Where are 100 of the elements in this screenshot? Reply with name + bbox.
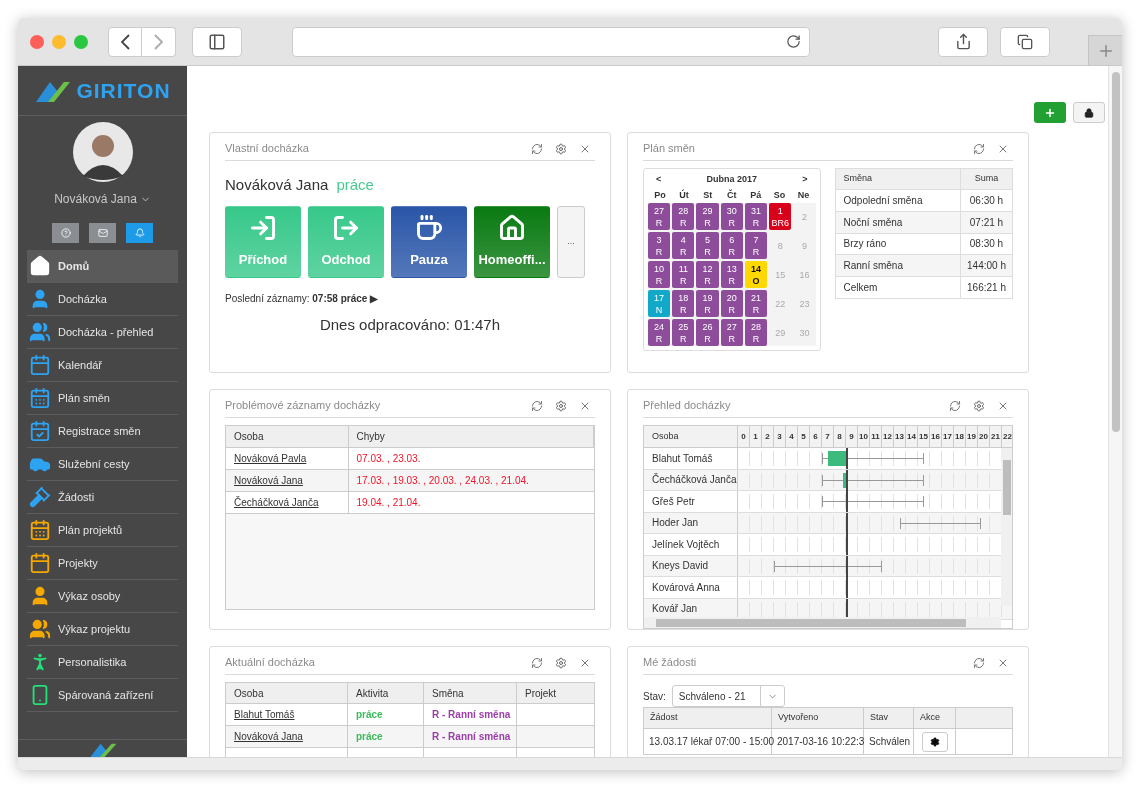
column-header: Osoba bbox=[644, 426, 738, 447]
shift-day[interactable]: 31 R bbox=[744, 203, 768, 230]
refresh-icon[interactable] bbox=[973, 142, 985, 155]
shift-text: R - Ranní směna bbox=[423, 725, 517, 748]
sidebar-item[interactable]: Docházka - přehled bbox=[27, 316, 178, 349]
sidebar-item[interactable]: Plán projektů bbox=[27, 514, 178, 547]
shift-day[interactable]: 18 R bbox=[672, 290, 695, 317]
sidebar-item[interactable]: Žádosti bbox=[27, 481, 178, 514]
column-header: Směna bbox=[423, 682, 517, 704]
weekday-label: Čt bbox=[726, 188, 738, 202]
sidebar-item[interactable]: Služební cesty bbox=[27, 448, 178, 481]
shift-day[interactable]: 6 R bbox=[720, 232, 743, 259]
settings-icon[interactable] bbox=[973, 399, 985, 412]
more-button[interactable]: ... bbox=[557, 205, 585, 278]
hour-label: 10 bbox=[858, 426, 870, 447]
user-menu[interactable]: Nováková Jana bbox=[18, 190, 187, 208]
reload-icon[interactable] bbox=[786, 34, 801, 49]
sidebar-item[interactable]: Výkaz projektu bbox=[27, 613, 178, 646]
sidebar-item[interactable]: Výkaz osoby bbox=[27, 580, 178, 613]
shift-day[interactable]: 5 R bbox=[696, 232, 719, 259]
person-link[interactable]: Čecháčková Janča bbox=[234, 496, 319, 508]
activity-text: práce bbox=[347, 703, 424, 726]
shift-day[interactable]: 20 R bbox=[720, 290, 743, 317]
sidebar-item[interactable]: Registrace směn bbox=[27, 415, 178, 448]
shift-day[interactable]: 14 O bbox=[744, 261, 768, 288]
person-name: Hoder Jan bbox=[644, 512, 738, 533]
shift-day[interactable]: 19 R bbox=[696, 290, 719, 317]
weekday-label: Pá bbox=[749, 188, 763, 202]
hour-label: 9 bbox=[846, 426, 858, 447]
column-header: Suma bbox=[960, 168, 1013, 190]
shift-day[interactable]: 21 R bbox=[744, 290, 768, 317]
action-button[interactable]: Homeoffi... bbox=[474, 205, 550, 278]
shift-day[interactable]: 3 R bbox=[648, 232, 671, 259]
next-month[interactable]: > bbox=[802, 173, 808, 187]
sidebar-item[interactable]: Docházka bbox=[27, 283, 178, 316]
shift-day[interactable]: 11 R bbox=[672, 261, 695, 288]
table-cell: 13.03.17 lékař 07:00 - 15:00 bbox=[643, 728, 772, 755]
back-icon bbox=[120, 33, 130, 50]
tabs-button[interactable] bbox=[1000, 26, 1050, 57]
sidebar-item[interactable]: Domů bbox=[27, 250, 178, 283]
shift-text: R - Ranní směna bbox=[423, 703, 517, 726]
shift-day[interactable]: 26 R bbox=[696, 319, 719, 346]
share-button[interactable] bbox=[938, 26, 988, 57]
person-link[interactable]: Nováková Pavla bbox=[234, 452, 307, 464]
sidebar-item[interactable]: Projekty bbox=[27, 547, 178, 580]
settings-button[interactable] bbox=[921, 731, 948, 752]
shift-day[interactable]: 28 R bbox=[744, 319, 768, 346]
shift-day[interactable]: 29 R bbox=[696, 203, 719, 230]
hour-label: 22 bbox=[1002, 426, 1012, 447]
shift-day[interactable]: 27 R bbox=[720, 319, 743, 346]
settings-icon[interactable] bbox=[555, 142, 567, 155]
widget-title: Mé žádosti bbox=[643, 655, 698, 671]
column-header: Chyby bbox=[348, 426, 594, 447]
sidebar-toggle-button[interactable] bbox=[192, 26, 242, 57]
table-cell: Brzy ráno bbox=[835, 233, 961, 255]
logout-icon bbox=[332, 213, 360, 242]
hour-label: 15 bbox=[918, 426, 930, 447]
shift-day[interactable]: 24 R bbox=[648, 319, 671, 346]
page-scrollbar[interactable] bbox=[1108, 66, 1122, 757]
add-button[interactable] bbox=[1034, 102, 1066, 123]
shift-day[interactable]: 12 R bbox=[696, 261, 719, 288]
tabs-icon bbox=[1017, 33, 1033, 50]
shift-day[interactable]: 28 R bbox=[672, 203, 695, 230]
mail-button[interactable] bbox=[89, 223, 116, 243]
table-cell: 06:30 h bbox=[960, 189, 1013, 212]
settings-icon[interactable] bbox=[555, 399, 567, 412]
refresh-icon[interactable] bbox=[949, 399, 961, 412]
hour-label: 1 bbox=[750, 426, 762, 447]
hour-label: 3 bbox=[774, 426, 786, 447]
lock-button[interactable] bbox=[1073, 102, 1105, 123]
shift-day[interactable]: 4 R bbox=[672, 232, 695, 259]
hour-label: 13 bbox=[894, 426, 906, 447]
action-button[interactable]: Pauza bbox=[391, 205, 467, 278]
weekday-label: Po bbox=[653, 188, 667, 202]
previous-month[interactable]: < bbox=[656, 173, 662, 187]
refresh-icon[interactable] bbox=[531, 399, 543, 412]
shift-day[interactable]: 10 R bbox=[648, 261, 671, 288]
shift-day[interactable]: 13 R bbox=[720, 261, 743, 288]
table-cell: 144:00 h bbox=[960, 254, 1013, 277]
sidebar-item[interactable]: Spárovaná zařízení bbox=[27, 679, 178, 712]
sidebar-item[interactable]: Plán směn bbox=[27, 382, 178, 415]
settings-icon[interactable] bbox=[555, 656, 567, 669]
column-header: Žádost bbox=[643, 707, 772, 729]
person-link[interactable]: Nováková Jana bbox=[234, 474, 303, 486]
refresh-icon[interactable] bbox=[531, 142, 543, 155]
refresh-icon[interactable] bbox=[973, 656, 985, 669]
refresh-icon[interactable] bbox=[531, 656, 543, 669]
widget-title: Plán směn bbox=[643, 141, 696, 157]
vertical-scrollbar[interactable] bbox=[1001, 448, 1012, 606]
shift-day[interactable]: 25 R bbox=[672, 319, 695, 346]
shift-day[interactable]: 1 BR6 bbox=[769, 203, 792, 230]
back-button[interactable] bbox=[108, 26, 142, 57]
shift-day[interactable]: 7 R bbox=[744, 232, 768, 259]
horizontal-scrollbar[interactable] bbox=[644, 617, 1001, 628]
shift-day[interactable]: 27 R bbox=[648, 203, 671, 230]
sidebar-item[interactable]: Personalistika bbox=[27, 646, 178, 679]
close-window-icon[interactable] bbox=[30, 34, 44, 49]
sidebar-item[interactable]: Kalendář bbox=[27, 349, 178, 382]
status-text: práce bbox=[336, 175, 374, 195]
shift-day[interactable]: 30 R bbox=[720, 203, 743, 230]
